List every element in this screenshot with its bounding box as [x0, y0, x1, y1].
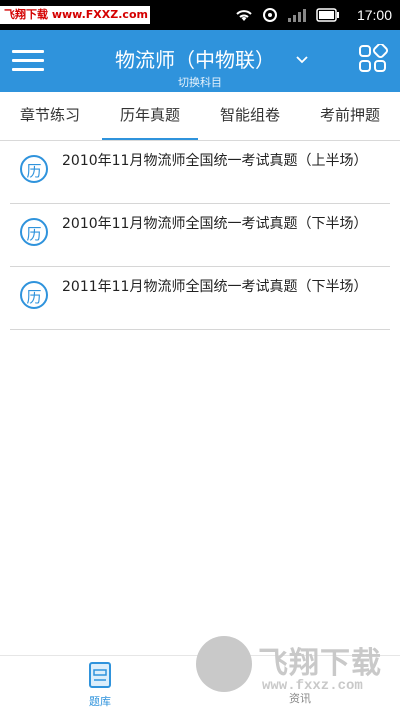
- battery-icon: [316, 8, 339, 22]
- nav-label: 题库: [89, 695, 111, 708]
- exam-list: 历 2010年11月物流师全国统一考试真题（上半场） 历 2010年11月物流师…: [0, 141, 400, 330]
- chevron-down-icon[interactable]: [296, 54, 308, 66]
- list-item[interactable]: 历 2010年11月物流师全国统一考试真题（上半场）: [10, 141, 390, 204]
- watermark-url: www.fxxz.com: [262, 678, 363, 694]
- history-badge-icon: 历: [20, 155, 48, 183]
- watermark-top: 飞翔下载 www.FXXZ.com: [0, 6, 150, 24]
- status-icons: [234, 6, 340, 24]
- history-badge-icon: 历: [20, 218, 48, 246]
- question-bank-icon: [89, 662, 111, 688]
- app-bar: 物流师（中物联） 切换科目: [0, 30, 400, 92]
- nav-question-bank[interactable]: 题库: [70, 662, 130, 709]
- wifi-icon: [236, 10, 252, 21]
- list-item[interactable]: 历 2010年11月物流师全国统一考试真题（下半场）: [10, 204, 390, 267]
- list-item-title: 2010年11月物流师全国统一考试真题（下半场）: [62, 216, 368, 232]
- tab-past-exams[interactable]: 历年真题: [100, 92, 200, 140]
- switch-subject-link[interactable]: 切换科目: [0, 76, 400, 90]
- status-time: 17:00: [356, 7, 392, 23]
- watermark-logo: 飞翔下载 www.fxxz.com: [190, 636, 400, 710]
- tab-smart-paper[interactable]: 智能组卷: [200, 92, 300, 140]
- watermark-logo-icon: [196, 636, 252, 692]
- watermark-title: 飞翔下载: [258, 646, 382, 681]
- status-bar: 飞翔下载 www.FXXZ.com 17:00: [0, 0, 400, 30]
- sync-icon: [263, 8, 277, 22]
- page-title: 物流师（中物联）: [115, 48, 275, 72]
- tab-chapter-practice[interactable]: 章节练习: [0, 92, 100, 140]
- list-item-title: 2010年11月物流师全国统一考试真题（上半场）: [62, 153, 368, 169]
- signal-icon: [288, 9, 306, 22]
- list-item-title: 2011年11月物流师全国统一考试真题（下半场）: [62, 279, 368, 295]
- grid-menu-icon[interactable]: [358, 44, 388, 74]
- history-badge-icon: 历: [20, 281, 48, 309]
- tab-pre-exam[interactable]: 考前押题: [300, 92, 400, 140]
- subject-title[interactable]: 物流师（中物联）: [0, 46, 400, 74]
- list-item[interactable]: 历 2011年11月物流师全国统一考试真题（下半场）: [10, 267, 390, 330]
- tab-bar: 章节练习 历年真题 智能组卷 考前押题: [0, 92, 400, 141]
